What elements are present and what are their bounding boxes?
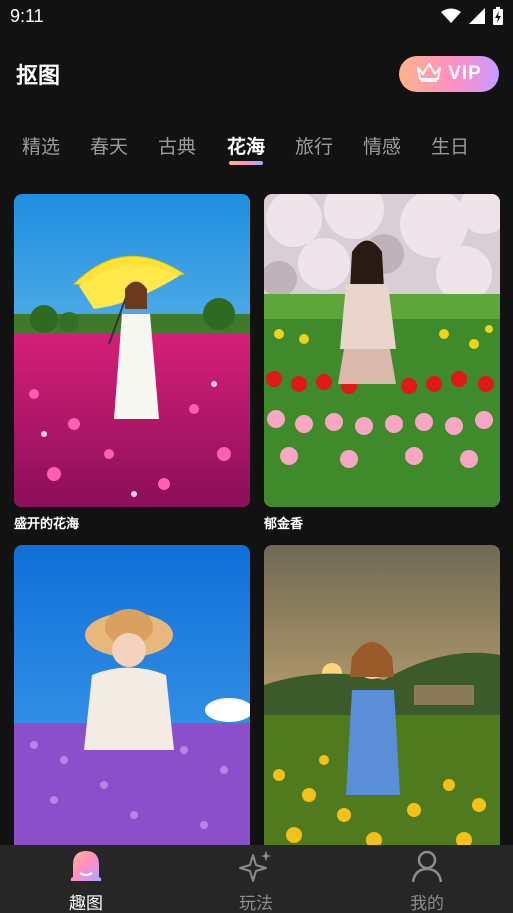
template-card[interactable]: 郁金香 xyxy=(264,194,500,532)
nav-item-gameplay[interactable]: 玩法 xyxy=(196,849,316,913)
template-image[interactable] xyxy=(264,545,500,858)
tab-featured[interactable]: 精选 xyxy=(22,132,60,159)
tab-spring[interactable]: 春天 xyxy=(90,132,128,159)
category-tabs: 精选 春天 古典 花海 旅行 情感 生日 xyxy=(0,132,513,172)
header: 抠图 VIP xyxy=(0,56,513,96)
template-card[interactable] xyxy=(14,545,250,864)
nav-item-fun-images[interactable]: 趣图 xyxy=(26,849,146,913)
page-title: 抠图 xyxy=(16,64,61,89)
bottom-nav: 趣图 玩法 我的 xyxy=(0,845,513,913)
template-title: 郁金香 xyxy=(264,517,304,532)
person-icon xyxy=(409,850,445,887)
signal-icon xyxy=(469,8,485,28)
vip-label: VIP xyxy=(448,63,482,84)
crown-icon xyxy=(416,62,442,86)
nav-label: 趣图 xyxy=(69,894,103,913)
sparkle-icon xyxy=(238,851,274,887)
template-card[interactable] xyxy=(264,545,500,864)
template-card[interactable]: 盛开的花海 xyxy=(14,194,250,532)
template-image[interactable] xyxy=(264,194,500,507)
active-tab-indicator xyxy=(229,161,263,165)
tab-emotion[interactable]: 情感 xyxy=(363,132,401,159)
tab-travel[interactable]: 旅行 xyxy=(295,132,333,159)
vip-button[interactable]: VIP xyxy=(399,56,499,92)
ghost-icon xyxy=(68,851,104,887)
nav-item-mine[interactable]: 我的 xyxy=(367,849,487,913)
tab-birthday[interactable]: 生日 xyxy=(431,132,469,159)
battery-icon xyxy=(493,7,503,29)
template-image[interactable] xyxy=(14,194,250,507)
template-title: 盛开的花海 xyxy=(14,517,80,532)
nav-label: 我的 xyxy=(410,894,444,913)
status-time: 9:11 xyxy=(10,6,44,26)
wifi-icon xyxy=(441,8,461,28)
tab-classic[interactable]: 古典 xyxy=(158,132,196,159)
template-image[interactable] xyxy=(14,545,250,858)
nav-label: 玩法 xyxy=(239,894,273,913)
tab-flower-sea[interactable]: 花海 xyxy=(227,132,265,159)
status-bar: 9:11 xyxy=(0,0,513,34)
